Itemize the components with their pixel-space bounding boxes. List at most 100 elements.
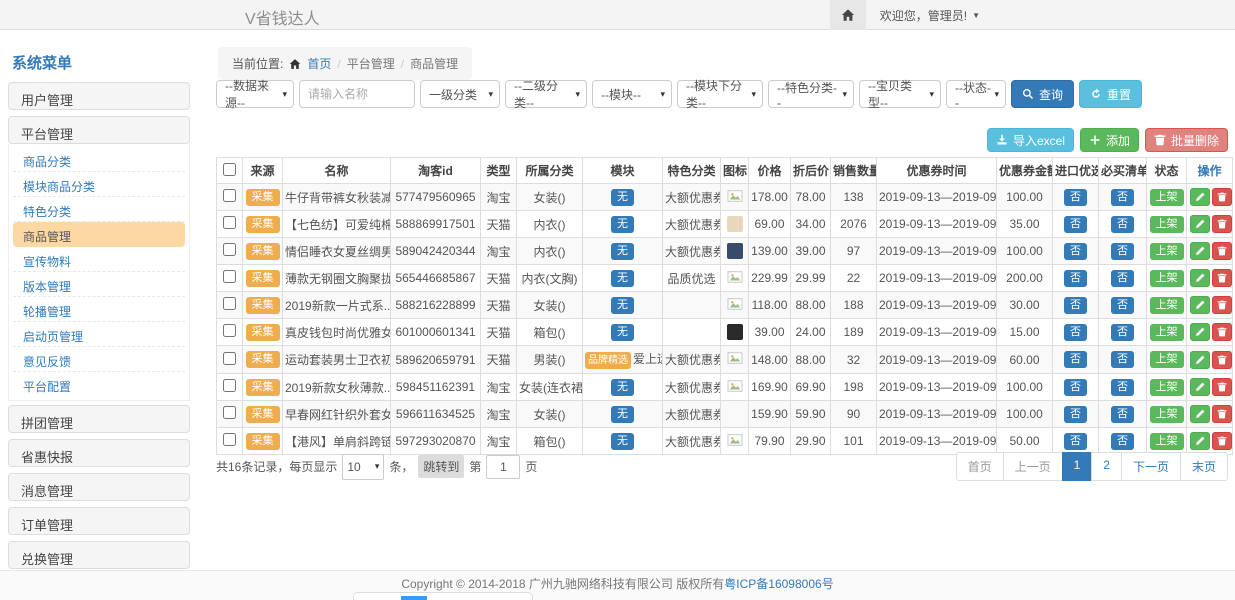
reset-button[interactable]: 重置	[1079, 80, 1142, 108]
imported-badge[interactable]: 否	[1064, 406, 1087, 423]
add-button[interactable]: 添加	[1080, 128, 1139, 152]
filter-input-name[interactable]	[299, 80, 415, 108]
imported-badge[interactable]: 否	[1064, 243, 1087, 260]
sidebar-item-商品分类[interactable]: 商品分类	[13, 147, 185, 172]
filter-select-feature[interactable]: --特色分类--▾	[768, 80, 854, 108]
delete-button[interactable]	[1212, 188, 1232, 206]
must-buy-badge[interactable]: 否	[1111, 216, 1134, 233]
sidebar-item-模块商品分类[interactable]: 模块商品分类	[13, 172, 185, 197]
search-button[interactable]: 查询	[1011, 80, 1074, 108]
must-buy-badge[interactable]: 否	[1111, 297, 1134, 314]
sidebar-section-订单管理[interactable]: 订单管理	[8, 507, 190, 535]
edit-button[interactable]	[1190, 242, 1210, 260]
breadcrumb-home-link[interactable]: 首页	[307, 55, 331, 72]
must-buy-badge[interactable]: 否	[1111, 379, 1134, 396]
sidebar-item-启动页管理[interactable]: 启动页管理	[13, 322, 185, 347]
edit-button[interactable]	[1190, 432, 1210, 450]
status-badge[interactable]: 上架	[1150, 324, 1184, 341]
sidebar-item-宣传物料[interactable]: 宣传物料	[13, 247, 185, 272]
pagination-button-1[interactable]: 1	[1062, 452, 1093, 481]
sidebar-item-意见反馈[interactable]: 意见反馈	[13, 347, 185, 372]
pagination-button-首页[interactable]: 首页	[956, 452, 1004, 481]
imported-badge[interactable]: 否	[1064, 433, 1087, 450]
delete-button[interactable]	[1212, 242, 1232, 260]
edit-button[interactable]	[1190, 405, 1210, 423]
delete-button[interactable]	[1212, 215, 1232, 233]
row-checkbox[interactable]	[223, 406, 236, 419]
delete-button[interactable]	[1212, 378, 1232, 396]
imported-badge[interactable]: 否	[1064, 216, 1087, 233]
status-badge[interactable]: 上架	[1150, 189, 1184, 206]
status-badge[interactable]: 上架	[1150, 351, 1184, 368]
imported-badge[interactable]: 否	[1064, 379, 1087, 396]
filter-select-module[interactable]: --模块--▾	[592, 80, 672, 108]
imported-badge[interactable]: 否	[1064, 351, 1087, 368]
sidebar-section-消息管理[interactable]: 消息管理	[8, 473, 190, 501]
delete-button[interactable]	[1212, 432, 1232, 450]
status-badge[interactable]: 上架	[1150, 297, 1184, 314]
imported-badge[interactable]: 否	[1064, 189, 1087, 206]
edit-button[interactable]	[1190, 323, 1210, 341]
user-menu[interactable]: 欢迎您，管理员! ▼	[880, 7, 980, 24]
must-buy-badge[interactable]: 否	[1111, 189, 1134, 206]
must-buy-badge[interactable]: 否	[1111, 243, 1134, 260]
filter-select-category-1[interactable]: 一级分类▾	[420, 80, 500, 108]
row-checkbox[interactable]	[223, 297, 236, 310]
imported-badge[interactable]: 否	[1064, 324, 1087, 341]
must-buy-badge[interactable]: 否	[1111, 324, 1134, 341]
row-checkbox[interactable]	[223, 216, 236, 229]
delete-button[interactable]	[1212, 269, 1232, 287]
row-checkbox[interactable]	[223, 270, 236, 283]
page-size-select[interactable]: 10 ▾	[342, 454, 384, 480]
delete-button[interactable]	[1212, 405, 1232, 423]
sidebar-item-商品管理[interactable]: 商品管理	[13, 222, 185, 247]
jump-page-input[interactable]	[486, 455, 520, 479]
sidebar-section-兑换管理[interactable]: 兑换管理	[8, 541, 190, 569]
pagination-button-上一页[interactable]: 上一页	[1003, 452, 1063, 481]
delete-button[interactable]	[1212, 296, 1232, 314]
filter-select-data-source[interactable]: --数据来源--▾	[216, 80, 294, 108]
import-excel-button[interactable]: 导入excel	[987, 128, 1074, 152]
delete-button[interactable]	[1212, 351, 1232, 369]
status-badge[interactable]: 上架	[1150, 406, 1184, 423]
edit-button[interactable]	[1190, 188, 1210, 206]
must-buy-badge[interactable]: 否	[1111, 433, 1134, 450]
select-all-checkbox[interactable]	[223, 163, 236, 176]
edit-button[interactable]	[1190, 215, 1210, 233]
filter-select-item-type[interactable]: --宝贝类型--▾	[859, 80, 941, 108]
filter-select-status[interactable]: --状态--▾	[946, 80, 1006, 108]
status-badge[interactable]: 上架	[1150, 216, 1184, 233]
edit-button[interactable]	[1190, 269, 1210, 287]
sidebar-item-版本管理[interactable]: 版本管理	[13, 272, 185, 297]
icp-link[interactable]: 粤ICP备16098006号	[724, 577, 833, 591]
edit-button[interactable]	[1190, 351, 1210, 369]
edit-button[interactable]	[1190, 378, 1210, 396]
pagination-button-2[interactable]: 2	[1091, 452, 1122, 481]
row-checkbox[interactable]	[223, 189, 236, 202]
must-buy-badge[interactable]: 否	[1111, 406, 1134, 423]
status-badge[interactable]: 上架	[1150, 433, 1184, 450]
row-checkbox[interactable]	[223, 324, 236, 337]
sidebar-section-拼团管理[interactable]: 拼团管理	[8, 405, 190, 433]
pagination-button-末页[interactable]: 末页	[1180, 452, 1228, 481]
pagination-button-下一页[interactable]: 下一页	[1121, 452, 1181, 481]
status-badge[interactable]: 上架	[1150, 270, 1184, 287]
sidebar-section-用户管理[interactable]: 用户管理	[8, 82, 190, 110]
sidebar-item-特色分类[interactable]: 特色分类	[13, 197, 185, 222]
row-checkbox[interactable]	[223, 352, 236, 365]
sidebar-section-省惠快报[interactable]: 省惠快报	[8, 439, 190, 467]
row-checkbox[interactable]	[223, 379, 236, 392]
filter-select-module-sub[interactable]: --模块下分类--▾	[677, 80, 763, 108]
delete-button[interactable]	[1212, 323, 1232, 341]
home-button[interactable]	[830, 0, 866, 30]
imported-badge[interactable]: 否	[1064, 297, 1087, 314]
sidebar-item-平台配置[interactable]: 平台配置	[13, 372, 185, 397]
batch-delete-button[interactable]: 批量删除	[1145, 128, 1228, 152]
sidebar-section-平台管理[interactable]: 平台管理	[8, 116, 190, 144]
sidebar-item-轮播管理[interactable]: 轮播管理	[13, 297, 185, 322]
row-checkbox[interactable]	[223, 243, 236, 256]
must-buy-badge[interactable]: 否	[1111, 270, 1134, 287]
filter-select-category-2[interactable]: --二级分类--▾	[505, 80, 587, 108]
status-badge[interactable]: 上架	[1150, 379, 1184, 396]
imported-badge[interactable]: 否	[1064, 270, 1087, 287]
